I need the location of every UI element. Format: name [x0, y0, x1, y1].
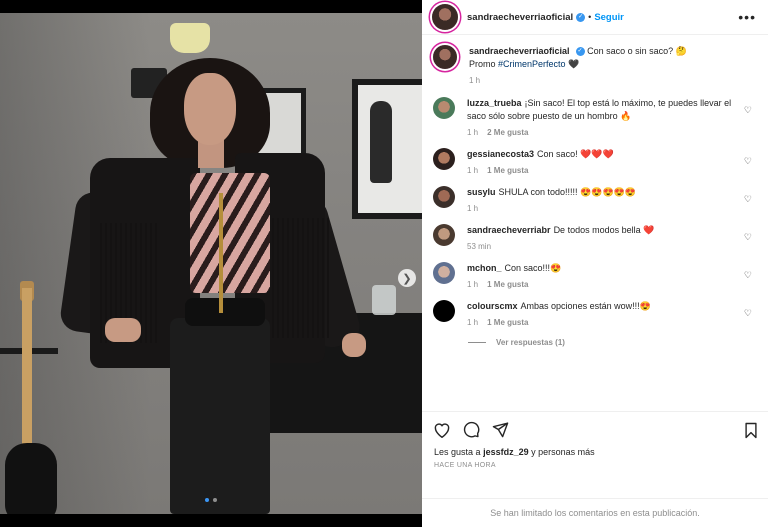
- separator: •: [588, 12, 592, 22]
- comment-text: De todos modos bella ❤️: [553, 225, 655, 235]
- carousel-indicator: [0, 498, 422, 502]
- post-header: sandraecheverriaoficial ✓ • Seguir •••: [422, 0, 768, 35]
- comment-time[interactable]: 1 h: [467, 128, 478, 137]
- post-sidebar: sandraecheverriaoficial ✓ • Seguir ••• s…: [422, 0, 768, 527]
- commenter-avatar[interactable]: [433, 97, 455, 119]
- verified-badge-icon: ✓: [575, 47, 585, 57]
- caption-emoji: 🖤: [568, 59, 580, 69]
- author-avatar[interactable]: [432, 4, 458, 30]
- comment-likes[interactable]: 1 Me gusta: [487, 280, 528, 289]
- comments-limited-notice: Se han limitado los comentarios en esta …: [422, 498, 768, 527]
- post-caption: sandraecheverriaoficial ✓ Con saco o sin …: [433, 45, 754, 85]
- comment-item: luzza_trueba ¡Sin saco! El top está lo má…: [433, 97, 754, 137]
- comment-likes[interactable]: 1 Me gusta: [487, 166, 528, 175]
- more-options-icon[interactable]: •••: [738, 9, 756, 25]
- caption-time[interactable]: 1 h: [469, 76, 480, 85]
- comment-like-icon[interactable]: ♡: [744, 232, 752, 243]
- comment-icon[interactable]: [463, 421, 480, 438]
- person-face: [184, 73, 236, 145]
- comment-like-icon[interactable]: ♡: [744, 105, 752, 116]
- chevron-right-icon[interactable]: ❯: [398, 269, 416, 287]
- person-hand-right: [342, 333, 366, 357]
- caption-username[interactable]: sandraecheverriaoficial: [469, 46, 570, 56]
- comment-like-icon[interactable]: ♡: [744, 194, 752, 205]
- comments-list[interactable]: sandraecheverriaoficial ✓ Con saco o sin …: [422, 35, 768, 411]
- guitar-neck: [22, 288, 32, 458]
- comment-like-icon[interactable]: ♡: [744, 308, 752, 319]
- post-photo[interactable]: ❯: [0, 13, 422, 514]
- caption-text: Con saco o sin saco? 🤔: [587, 46, 687, 56]
- comment-text: Con saco! ❤️❤️❤️: [537, 149, 614, 159]
- comment-likes[interactable]: 1 Me gusta: [487, 318, 528, 327]
- post-timestamp[interactable]: HACE UNA HORA: [422, 457, 768, 469]
- comment-time[interactable]: 1 h: [467, 204, 478, 213]
- lamp-shade: [170, 23, 210, 53]
- comment-likes[interactable]: 2 Me gusta: [487, 128, 528, 137]
- author-username[interactable]: sandraecheverriaoficial: [467, 12, 573, 23]
- comment-username[interactable]: luzza_trueba: [467, 98, 522, 108]
- post-modal: ❯ sandraecheverriaoficial ✓ • Seguir •••…: [0, 0, 768, 527]
- zebra-top: [190, 173, 270, 293]
- commenter-avatar[interactable]: [433, 300, 455, 322]
- comment-text: Ambas opciones están wow!!!😍: [520, 301, 651, 311]
- commenter-avatar[interactable]: [433, 186, 455, 208]
- bookmark-icon[interactable]: [744, 422, 758, 444]
- glass-jar: [372, 285, 396, 315]
- comment-username[interactable]: colourscmx: [467, 301, 518, 311]
- comment-like-icon[interactable]: ♡: [744, 270, 752, 281]
- view-replies-button[interactable]: Ver respuestas (1): [468, 338, 754, 347]
- carousel-dot-active: [205, 498, 209, 502]
- comment-username[interactable]: mchon_: [467, 263, 502, 273]
- comment-item: gessianecosta3 Con saco! ❤️❤️❤️ 1 h 1 Me g…: [433, 148, 754, 175]
- likes-prefix: Les gusta a: [434, 447, 481, 457]
- follow-button[interactable]: Seguir: [594, 12, 624, 23]
- leather-skirt: [170, 318, 270, 514]
- share-icon[interactable]: [492, 421, 509, 438]
- comment-username[interactable]: gessianecosta3: [467, 149, 534, 159]
- comment-time[interactable]: 1 h: [467, 166, 478, 175]
- comment-time[interactable]: 1 h: [467, 280, 478, 289]
- comment-text: SHULA con todo!!!!! 😍😍😍😍😍: [498, 187, 637, 197]
- like-heart-icon[interactable]: [433, 422, 451, 438]
- wall-frame-large: [352, 79, 422, 219]
- comment-item: susylu SHULA con todo!!!!! 😍😍😍😍😍 1 h ♡: [433, 186, 754, 213]
- comment-like-icon[interactable]: ♡: [744, 156, 752, 167]
- likes-summary: Les gusta a jessfdz_29 y personas más: [422, 447, 768, 457]
- caption-promo: Promo: [469, 59, 496, 69]
- verified-badge-icon: ✓: [576, 12, 586, 22]
- comment-item: mchon_ Con saco!!!😍 1 h 1 Me gusta ♡: [433, 262, 754, 289]
- jacket-fringe-right: [272, 218, 332, 338]
- post-actions: [422, 411, 768, 447]
- comment-text: Con saco!!!😍: [504, 263, 562, 273]
- commenter-avatar[interactable]: [433, 262, 455, 284]
- replies-divider: [468, 342, 486, 343]
- comment-time[interactable]: 53 min: [467, 242, 491, 251]
- comment-username[interactable]: sandraecheverriabr: [467, 225, 551, 235]
- view-replies-label: Ver respuestas (1): [496, 338, 565, 347]
- belt: [185, 298, 265, 326]
- caption-hashtag[interactable]: #CrimenPerfecto: [498, 59, 566, 69]
- likes-user[interactable]: jessfdz_29: [483, 447, 529, 457]
- commenter-avatar[interactable]: [433, 224, 455, 246]
- carousel-dot: [213, 498, 217, 502]
- author-avatar-caption[interactable]: [433, 45, 457, 69]
- necklace: [219, 193, 223, 313]
- comment-item: colourscmx Ambas opciones están wow!!!😍 1…: [433, 300, 754, 327]
- guitar-body: [5, 443, 57, 514]
- comment-item: sandraecheverriabr De todos modos bella ❤…: [433, 224, 754, 251]
- comment-time[interactable]: 1 h: [467, 318, 478, 327]
- likes-suffix[interactable]: y personas más: [531, 447, 595, 457]
- commenter-avatar[interactable]: [433, 148, 455, 170]
- comment-username[interactable]: susylu: [467, 187, 496, 197]
- person-hand-left: [105, 318, 141, 342]
